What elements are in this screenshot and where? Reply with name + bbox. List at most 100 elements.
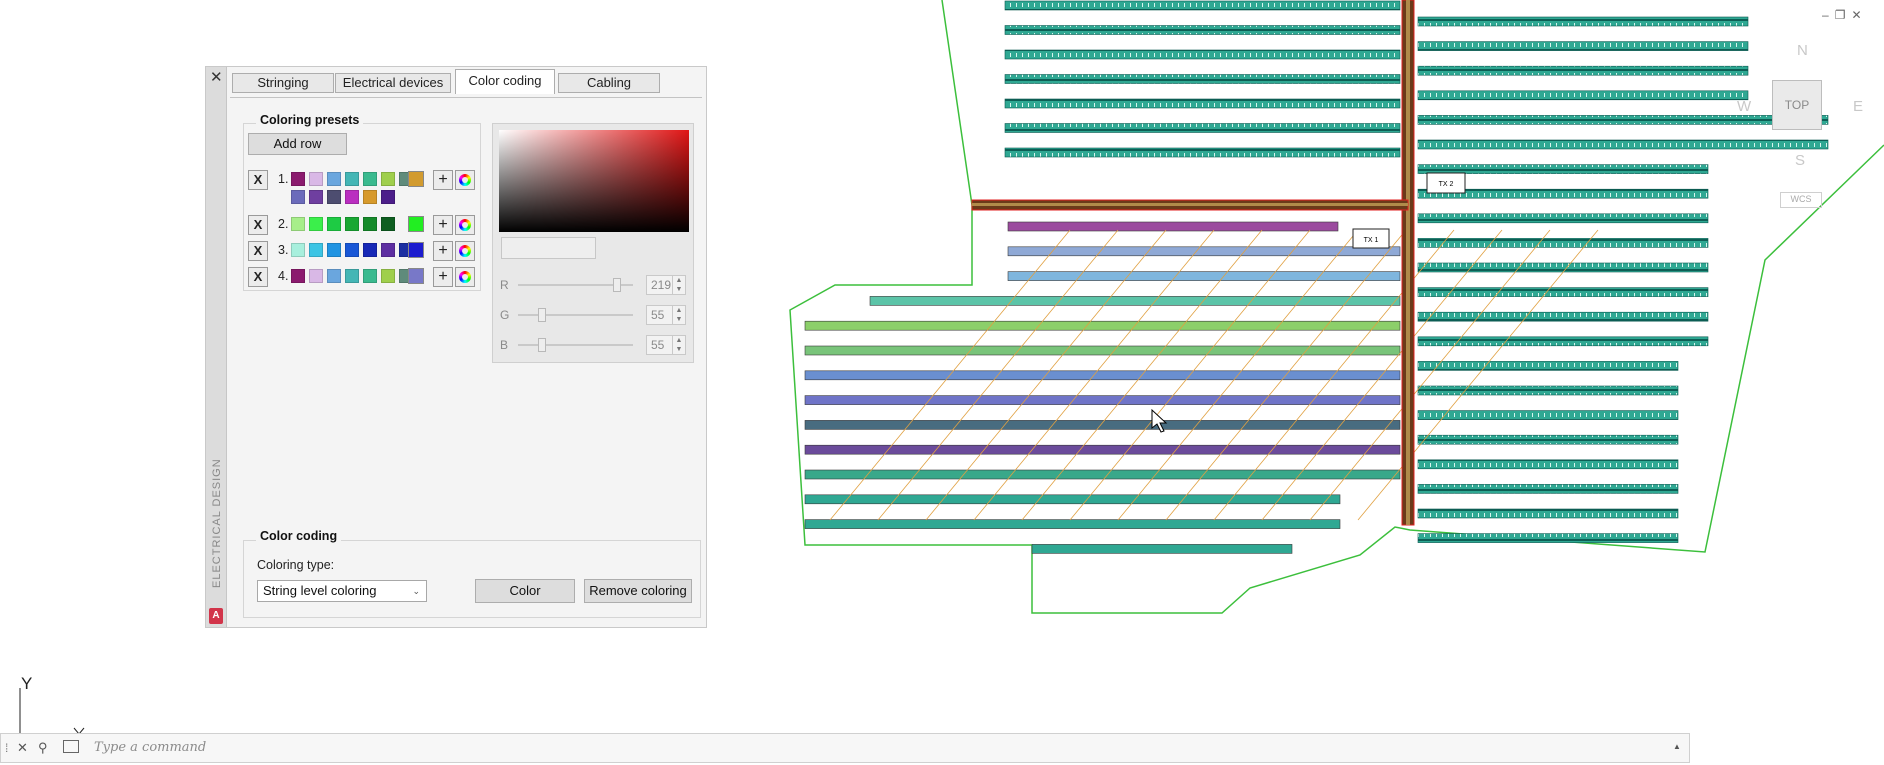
color-swatch[interactable] xyxy=(381,190,395,204)
grip-icon[interactable]: ⁞ xyxy=(5,741,8,755)
wrench-icon[interactable]: ⚲ xyxy=(38,740,48,756)
color-swatch[interactable] xyxy=(381,269,395,283)
color-swatch[interactable] xyxy=(345,269,359,283)
g-label: G xyxy=(500,308,510,322)
command-line: ⁞ ✕ ⚲ Type a command ▲ xyxy=(0,733,1690,763)
g-slider-thumb[interactable] xyxy=(538,308,546,322)
color-swatch[interactable] xyxy=(327,190,341,204)
coloring-type-select[interactable]: String level coloring ⌄ xyxy=(257,580,427,602)
color-swatch[interactable] xyxy=(291,172,305,186)
color-swatch[interactable] xyxy=(363,243,377,257)
color-swatch[interactable] xyxy=(309,217,323,231)
b-spinner[interactable]: ▲ ▼ xyxy=(672,336,685,354)
restore-icon[interactable]: ❐ xyxy=(1835,8,1846,22)
color-swatch[interactable] xyxy=(345,190,359,204)
preset-main-swatch[interactable] xyxy=(408,242,424,258)
color-swatch[interactable] xyxy=(327,217,341,231)
add-color-button[interactable]: + xyxy=(433,267,453,287)
tab-cabling[interactable]: Cabling xyxy=(558,73,660,93)
b-value-input[interactable]: 55 ▲ ▼ xyxy=(646,335,686,355)
tab-color-coding[interactable]: Color coding xyxy=(455,69,555,94)
color-swatch[interactable] xyxy=(309,172,323,186)
color-swatch[interactable] xyxy=(309,269,323,283)
remove-coloring-button[interactable]: Remove coloring xyxy=(584,579,692,603)
color-swatch[interactable] xyxy=(327,269,341,283)
color-swatch[interactable] xyxy=(363,190,377,204)
color-swatch[interactable] xyxy=(381,172,395,186)
tab-electrical-devices[interactable]: Electrical devices xyxy=(335,73,451,93)
preset-main-swatch[interactable] xyxy=(408,216,424,232)
g-spinner[interactable]: ▲ ▼ xyxy=(672,306,685,324)
r-value-input[interactable]: 219 ▲ ▼ xyxy=(646,275,686,295)
viewcube-east[interactable]: E xyxy=(1853,98,1863,115)
viewcube-top-face[interactable]: TOP xyxy=(1772,80,1822,130)
r-spinner[interactable]: ▲ ▼ xyxy=(672,276,685,294)
pv-row xyxy=(1007,221,1339,232)
color-swatch[interactable] xyxy=(381,217,395,231)
color-swatch[interactable] xyxy=(291,217,305,231)
command-history-icon[interactable] xyxy=(63,740,79,753)
electrical-design-palette: ✕ ELECTRICAL DESIGN A Stringing Electric… xyxy=(205,66,707,628)
spin-up-icon[interactable]: ▲ xyxy=(673,276,685,285)
expand-up-icon[interactable]: ▲ xyxy=(1673,742,1681,751)
spin-up-icon[interactable]: ▲ xyxy=(673,306,685,315)
b-slider-thumb[interactable] xyxy=(538,338,546,352)
color-wheel-button[interactable] xyxy=(455,241,475,261)
color-swatch[interactable] xyxy=(327,172,341,186)
color-swatch[interactable] xyxy=(381,243,395,257)
viewcube-west[interactable]: W xyxy=(1737,98,1751,115)
color-swatch[interactable] xyxy=(363,269,377,283)
color-swatch[interactable] xyxy=(291,190,305,204)
pv-row xyxy=(1417,361,1679,371)
delete-row-button[interactable]: X xyxy=(248,170,268,190)
color-swatch[interactable] xyxy=(345,243,359,257)
color-swatch[interactable] xyxy=(345,172,359,186)
preset-main-swatch[interactable] xyxy=(408,171,424,187)
spin-up-icon[interactable]: ▲ xyxy=(673,336,685,345)
viewcube-north[interactable]: N xyxy=(1797,42,1808,59)
delete-row-button[interactable]: X xyxy=(248,267,268,287)
palette-close-icon[interactable]: ✕ xyxy=(210,70,223,85)
viewcube-south[interactable]: S xyxy=(1795,152,1805,169)
add-color-button[interactable]: + xyxy=(433,170,453,190)
preset-main-swatch[interactable] xyxy=(408,268,424,284)
color-swatch[interactable] xyxy=(291,243,305,257)
add-color-button[interactable]: + xyxy=(433,215,453,235)
g-value-input[interactable]: 55 ▲ ▼ xyxy=(646,305,686,325)
viewcube[interactable]: N W E S TOP WCS xyxy=(1735,40,1863,220)
color-wheel-button[interactable] xyxy=(455,170,475,190)
g-slider[interactable] xyxy=(518,314,633,316)
pv-row xyxy=(1417,336,1709,347)
color-swatch[interactable] xyxy=(309,190,323,204)
wcs-menu[interactable]: WCS xyxy=(1780,192,1822,208)
tab-stringing[interactable]: Stringing xyxy=(232,73,334,93)
delete-row-button[interactable]: X xyxy=(248,215,268,235)
spin-down-icon[interactable]: ▼ xyxy=(673,315,685,324)
color-swatch[interactable] xyxy=(345,217,359,231)
add-row-button[interactable]: Add row xyxy=(248,133,347,155)
close-command-icon[interactable]: ✕ xyxy=(17,740,28,756)
delete-row-button[interactable]: X xyxy=(248,241,268,261)
palette-sidebar[interactable]: ✕ ELECTRICAL DESIGN A xyxy=(206,67,227,627)
add-color-button[interactable]: + xyxy=(433,241,453,261)
color-swatch[interactable] xyxy=(309,243,323,257)
minimize-icon[interactable]: – xyxy=(1822,8,1829,22)
spin-down-icon[interactable]: ▼ xyxy=(673,285,685,294)
color-swatch[interactable] xyxy=(291,269,305,283)
color-swatch[interactable] xyxy=(363,172,377,186)
svg-text:TX 1: TX 1 xyxy=(1364,237,1379,244)
pv-row xyxy=(1417,508,1679,519)
color-wheel-button[interactable] xyxy=(455,267,475,287)
color-wheel-button[interactable] xyxy=(455,215,475,235)
close-icon[interactable]: ✕ xyxy=(1851,8,1861,22)
command-input[interactable]: Type a command xyxy=(94,740,206,755)
color-swatch[interactable] xyxy=(363,217,377,231)
color-swatch[interactable] xyxy=(327,243,341,257)
color-button[interactable]: Color xyxy=(475,579,575,603)
b-slider[interactable] xyxy=(518,344,633,346)
pv-row xyxy=(1417,287,1709,297)
pv-rows-upper xyxy=(1004,0,1401,158)
spin-down-icon[interactable]: ▼ xyxy=(673,345,685,354)
color-gradient-area[interactable] xyxy=(499,130,689,232)
r-slider-thumb[interactable] xyxy=(613,278,621,292)
